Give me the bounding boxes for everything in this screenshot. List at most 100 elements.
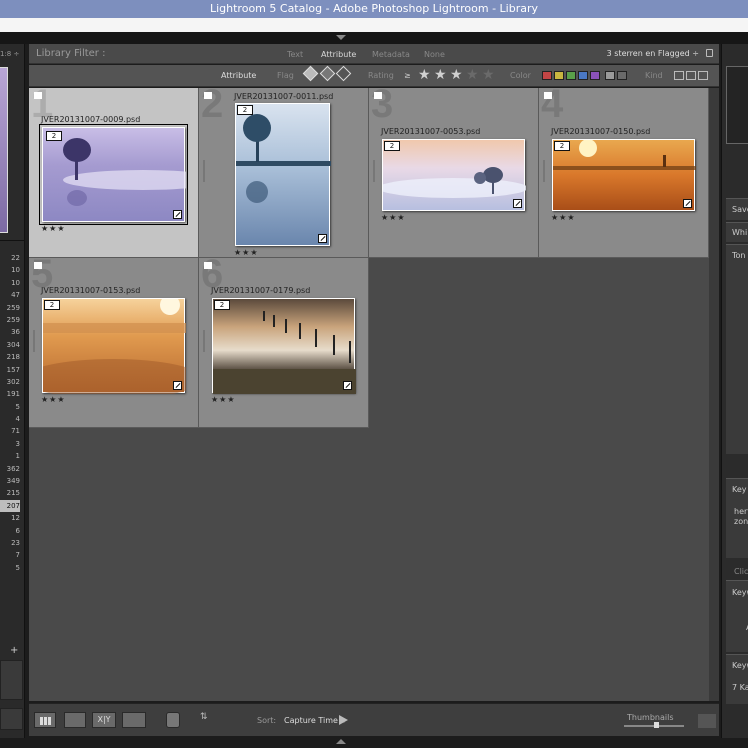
kind-virtual-copy-icon[interactable] [686, 71, 696, 80]
keyword-tag[interactable]: herf [734, 507, 748, 516]
thumbnail-size-knob[interactable] [654, 722, 659, 728]
impromptu-slideshow-icon[interactable] [339, 715, 348, 725]
color-swatch-purple[interactable] [590, 71, 600, 80]
folder-count[interactable]: 22 [0, 252, 20, 264]
grid-cell[interactable]: 6 JVER20131007-0179.psd 2 ★★★ [199, 258, 369, 428]
rating-star-4-icon[interactable]: ★ [466, 68, 479, 82]
tab-attribute[interactable]: Attribute [321, 50, 356, 59]
folder-count[interactable]: 157 [0, 364, 20, 376]
keywording-section[interactable]: Key herf zon Click [726, 478, 748, 576]
cell-rating[interactable]: ★★★ [234, 248, 259, 257]
folder-count[interactable]: 4 [0, 413, 20, 425]
loupe-view-button[interactable] [64, 712, 86, 728]
folder-count[interactable]: 36 [0, 326, 20, 338]
compare-view-button[interactable]: X|Y [92, 712, 116, 728]
kind-video-icon[interactable] [698, 71, 708, 80]
folder-count[interactable]: 47 [0, 289, 20, 301]
sort-direction-icon[interactable]: ⇅ [200, 712, 222, 728]
tab-metadata[interactable]: Metadata [372, 50, 410, 59]
folder-count[interactable]: 218 [0, 351, 20, 363]
navigator-zoom-label[interactable]: 1:8 ÷ [0, 50, 25, 58]
color-swatch-blue[interactable] [578, 71, 588, 80]
tab-text[interactable]: Text [287, 50, 303, 59]
rating-star-1-icon[interactable]: ★ [418, 68, 431, 82]
rating-star-3-icon[interactable]: ★ [450, 68, 463, 82]
rating-star-2-icon[interactable]: ★ [434, 68, 447, 82]
flag-icon[interactable] [34, 262, 42, 269]
photo-thumbnail[interactable]: 2 [42, 298, 186, 394]
edited-badge-icon[interactable] [513, 199, 522, 208]
folder-count[interactable]: 10 [0, 264, 20, 276]
filter-preset-dropdown[interactable]: 3 sterren en Flagged ÷ [607, 49, 699, 58]
collapse-filmstrip-icon[interactable] [336, 739, 346, 744]
grid-view-button[interactable] [34, 712, 56, 728]
folder-count[interactable]: 362 [0, 463, 20, 475]
color-swatch-none[interactable] [617, 71, 627, 80]
rejected-filter-icon[interactable] [335, 65, 352, 82]
photo-thumbnail[interactable]: 2 [235, 103, 331, 246]
spray-can-icon[interactable] [166, 712, 180, 728]
photo-thumbnail[interactable]: 2 [212, 298, 356, 394]
sort-dropdown[interactable]: Capture Time ÷ [284, 716, 347, 725]
cell-rating[interactable]: ★★★ [211, 395, 236, 404]
photo-thumbnail[interactable]: 2 [39, 124, 188, 225]
color-swatch-red[interactable] [542, 71, 552, 80]
cell-rating[interactable]: ★★★ [381, 213, 406, 222]
flag-icon[interactable] [34, 92, 42, 99]
folder-count[interactable]: 5 [0, 401, 20, 413]
keyword-list-item[interactable]: 7 Ka [732, 683, 748, 692]
grid-cell[interactable]: 2 JVER20131007-0011.psd 2 ★★★ [199, 88, 369, 258]
toolbar-options-dropdown[interactable] [698, 714, 716, 728]
cell-rating[interactable]: ★★★ [41, 224, 66, 233]
edited-badge-icon[interactable] [173, 381, 182, 390]
quick-develop-saved-preset[interactable]: Save [726, 198, 748, 220]
folder-count[interactable]: 5 [0, 562, 20, 574]
edited-badge-icon[interactable] [173, 210, 182, 219]
folder-count[interactable]: 191 [0, 388, 20, 400]
rating-star-5-icon[interactable]: ★ [482, 68, 495, 82]
photo-thumbnail[interactable]: 2 [382, 139, 526, 211]
folder-count[interactable]: 6 [0, 525, 20, 537]
add-folder-icon[interactable]: + [10, 645, 18, 656]
color-swatch-custom[interactable] [605, 71, 615, 80]
grid-cell[interactable]: 4 JVER20131007-0150.psd 2 ★★★ [539, 88, 709, 258]
tone-control-section[interactable]: Ton [726, 244, 748, 454]
color-swatch-yellow[interactable] [554, 71, 564, 80]
folder-count[interactable]: 259 [0, 314, 20, 326]
lock-icon[interactable] [706, 49, 713, 57]
flag-icon[interactable] [374, 92, 382, 99]
keyword-list-section[interactable]: Keyw A [726, 580, 748, 652]
keyword-list-bottom-section[interactable]: Keyw 7 Ka [726, 654, 748, 704]
folder-count[interactable]: 10 [0, 277, 20, 289]
flagged-filter-icon[interactable] [302, 65, 319, 82]
kind-master-icon[interactable] [674, 71, 684, 80]
photo-thumbnail[interactable]: 2 [552, 139, 696, 211]
edited-badge-icon[interactable] [343, 381, 352, 390]
grid-cell[interactable]: 3 JVER20131007-0053.psd 2 ★★★ [369, 88, 539, 258]
folder-count[interactable]: 259 [0, 302, 20, 314]
keyword-tag[interactable]: zon [734, 517, 748, 526]
edited-badge-icon[interactable] [318, 234, 327, 243]
navigator-preview[interactable] [0, 67, 8, 233]
unflagged-filter-icon[interactable] [319, 65, 336, 82]
flag-icon[interactable] [204, 262, 212, 269]
color-swatch-green[interactable] [566, 71, 576, 80]
flag-icon[interactable] [204, 92, 212, 99]
folder-count[interactable]: 207 [0, 499, 20, 513]
folder-count[interactable]: 349 [0, 475, 20, 487]
rating-operator[interactable]: ≥ [404, 71, 411, 80]
edited-badge-icon[interactable] [683, 199, 692, 208]
cell-rating[interactable]: ★★★ [551, 213, 576, 222]
survey-view-button[interactable] [122, 712, 146, 728]
folder-count[interactable]: 23 [0, 537, 20, 549]
grid-scrollbar[interactable] [709, 88, 719, 701]
white-balance-section[interactable]: Whi [726, 222, 748, 242]
folder-count[interactable]: 1 [0, 450, 20, 462]
import-button[interactable] [0, 708, 23, 730]
tab-none[interactable]: None [424, 50, 445, 59]
folder-count[interactable]: 302 [0, 376, 20, 388]
grid-cell[interactable]: 5 JVER20131007-0153.psd 2 ★★★ [29, 258, 199, 428]
folder-count[interactable]: 71 [0, 425, 20, 437]
grid-cell[interactable]: 1 JVER20131007-0009.psd 2 ★★★ [29, 88, 199, 258]
collapse-top-panel-icon[interactable] [336, 35, 346, 40]
